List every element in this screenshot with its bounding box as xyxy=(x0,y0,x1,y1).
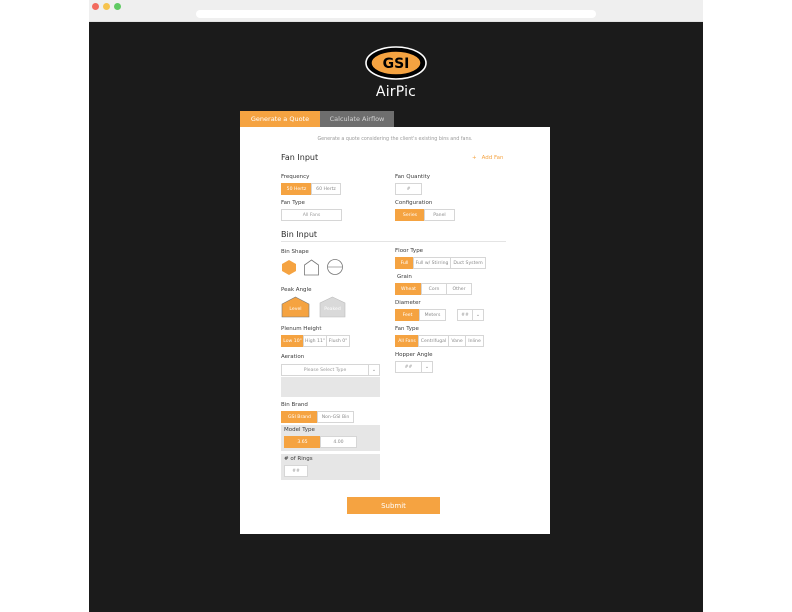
quote-form-card: Generate a quote considering the client'… xyxy=(240,127,550,534)
configuration-label: Configuration xyxy=(395,200,433,206)
fan-type-label: Fan Type xyxy=(281,200,305,206)
diameter-feet-option[interactable]: Feet xyxy=(395,309,420,321)
chevron-down-icon: ⌄ xyxy=(368,364,380,376)
grain-other-option[interactable]: Other xyxy=(446,283,472,295)
tab-generate-quote[interactable]: Generate a Quote xyxy=(240,111,320,127)
tab-calculate-airflow[interactable]: Calculate Airflow xyxy=(320,111,394,127)
configuration-panel-option[interactable]: Panel xyxy=(424,209,455,221)
peak-angle-label: Peak Angle xyxy=(281,287,312,293)
frequency-60hz-option[interactable]: 60 Hertz xyxy=(311,183,341,195)
floor-duct-option[interactable]: Duct System xyxy=(450,257,486,269)
plenum-height-toggle: Low 10" High 11" Flush 0" xyxy=(281,335,350,347)
fan-type-vane-option[interactable]: Vane xyxy=(448,335,466,347)
bin-brand-label: Bin Brand xyxy=(281,402,308,408)
fan-quantity-input[interactable]: # xyxy=(395,183,422,195)
frequency-label: Frequency xyxy=(281,174,310,180)
frequency-50hz-option[interactable]: 50 Hertz xyxy=(281,183,312,195)
hopper-angle-value: ## xyxy=(395,361,422,373)
configuration-toggle: Series Panel xyxy=(395,209,455,221)
plenum-low-option[interactable]: Low 10" xyxy=(281,335,304,347)
fan-input-heading: Fan Input xyxy=(281,153,319,162)
fan-type-all-option[interactable]: All Fans xyxy=(395,335,419,347)
app-name: AirPic xyxy=(375,84,417,100)
aeration-select-value: Please Select Type xyxy=(281,364,369,376)
bin-fan-type-label: Fan Type xyxy=(395,326,419,332)
peak-angle-peaked-option[interactable]: Peaked xyxy=(319,296,346,318)
bin-brand-gsi-option[interactable]: GSI Brand xyxy=(281,411,318,423)
model-type-toggle: 3.65 4.00 xyxy=(284,436,357,448)
plenum-flush-option[interactable]: Flush 0" xyxy=(326,335,350,347)
hopper-angle-label: Hopper Angle xyxy=(395,352,433,358)
floor-full-stirring-option[interactable]: Full w/ Stirring xyxy=(413,257,451,269)
aeration-select[interactable]: Please Select Type ⌄ xyxy=(281,364,380,376)
browser-chrome xyxy=(89,0,703,22)
bin-round-icon[interactable] xyxy=(326,258,344,276)
diameter-label: Diameter xyxy=(395,300,421,306)
add-fan-label: Add Fan xyxy=(481,155,504,161)
minimize-window-icon[interactable] xyxy=(103,3,110,10)
fan-type-centrifugal-option[interactable]: Centrifugal xyxy=(418,335,449,347)
aeration-label: Aeration xyxy=(281,354,305,360)
chevron-down-icon: ⌄ xyxy=(472,309,484,321)
bin-brand-toggle: GSI Brand Non-GSI Bin xyxy=(281,411,354,423)
svg-text:GSI: GSI xyxy=(383,56,410,72)
fan-quantity-label: Fan Quantity xyxy=(395,174,431,180)
diameter-meters-option[interactable]: Meters xyxy=(419,309,446,321)
aeration-details-panel xyxy=(281,377,380,397)
grain-corn-option[interactable]: Corn xyxy=(421,283,447,295)
app-background: GSI AirPic Generate a Quote Calculate Ai… xyxy=(89,22,703,612)
floor-full-option[interactable]: Full xyxy=(395,257,414,269)
address-bar[interactable] xyxy=(196,10,596,18)
peak-angle-peaked-label: Peaked xyxy=(324,307,341,312)
bin-input-heading: Bin Input xyxy=(281,230,318,239)
diameter-unit-toggle: Feet Meters xyxy=(395,309,446,321)
floor-type-label: Floor Type xyxy=(395,248,424,254)
grain-label: Grain xyxy=(397,274,412,280)
model-type-panel: Model Type 3.65 4.00 xyxy=(281,425,380,451)
close-window-icon[interactable] xyxy=(92,3,99,10)
chevron-down-icon: ⌄ xyxy=(421,361,433,373)
plenum-height-label: Plenum Height xyxy=(281,326,322,332)
submit-button[interactable]: Submit xyxy=(347,497,440,514)
bin-brand-non-gsi-option[interactable]: Non-GSI Bin xyxy=(317,411,354,423)
rings-panel: # of Rings ## xyxy=(281,454,380,480)
diameter-value: ## xyxy=(457,309,473,321)
hexagon-icon[interactable] xyxy=(281,259,297,276)
maximize-window-icon[interactable] xyxy=(114,3,121,10)
plus-icon: + xyxy=(472,155,477,161)
model-type-label: Model Type xyxy=(284,427,315,433)
fan-type-inline-option[interactable]: Inline xyxy=(465,335,484,347)
hopper-angle-select[interactable]: ## ⌄ xyxy=(395,361,433,373)
rings-label: # of Rings xyxy=(284,456,313,462)
plenum-high-option[interactable]: High 11" xyxy=(303,335,327,347)
grain-toggle: Wheat Corn Other xyxy=(395,283,472,295)
peak-angle-level-option[interactable]: Level xyxy=(281,296,310,318)
fan-type-select[interactable]: All Fans xyxy=(281,209,342,221)
add-fan-link[interactable]: + Add Fan xyxy=(472,155,504,161)
frequency-toggle: 50 Hertz 60 Hertz xyxy=(281,183,341,195)
peak-angle-level-label: Level xyxy=(289,307,302,312)
model-type-400-option[interactable]: 4.00 xyxy=(320,436,357,448)
rings-input[interactable]: ## xyxy=(284,465,308,477)
configuration-series-option[interactable]: Series xyxy=(395,209,425,221)
section-divider xyxy=(281,241,506,242)
model-type-365-option[interactable]: 3.65 xyxy=(284,436,321,448)
diameter-value-select[interactable]: ## ⌄ xyxy=(457,309,484,321)
floor-type-toggle: Full Full w/ Stirring Duct System xyxy=(395,257,486,269)
gsi-logo: GSI xyxy=(365,46,427,80)
form-subtitle: Generate a quote considering the client'… xyxy=(317,137,473,142)
bin-fan-type-toggle: All Fans Centrifugal Vane Inline xyxy=(395,335,484,347)
bin-peaked-icon[interactable] xyxy=(303,259,320,276)
grain-wheat-option[interactable]: Wheat xyxy=(395,283,422,295)
bin-shape-label: Bin Shape xyxy=(281,249,309,255)
